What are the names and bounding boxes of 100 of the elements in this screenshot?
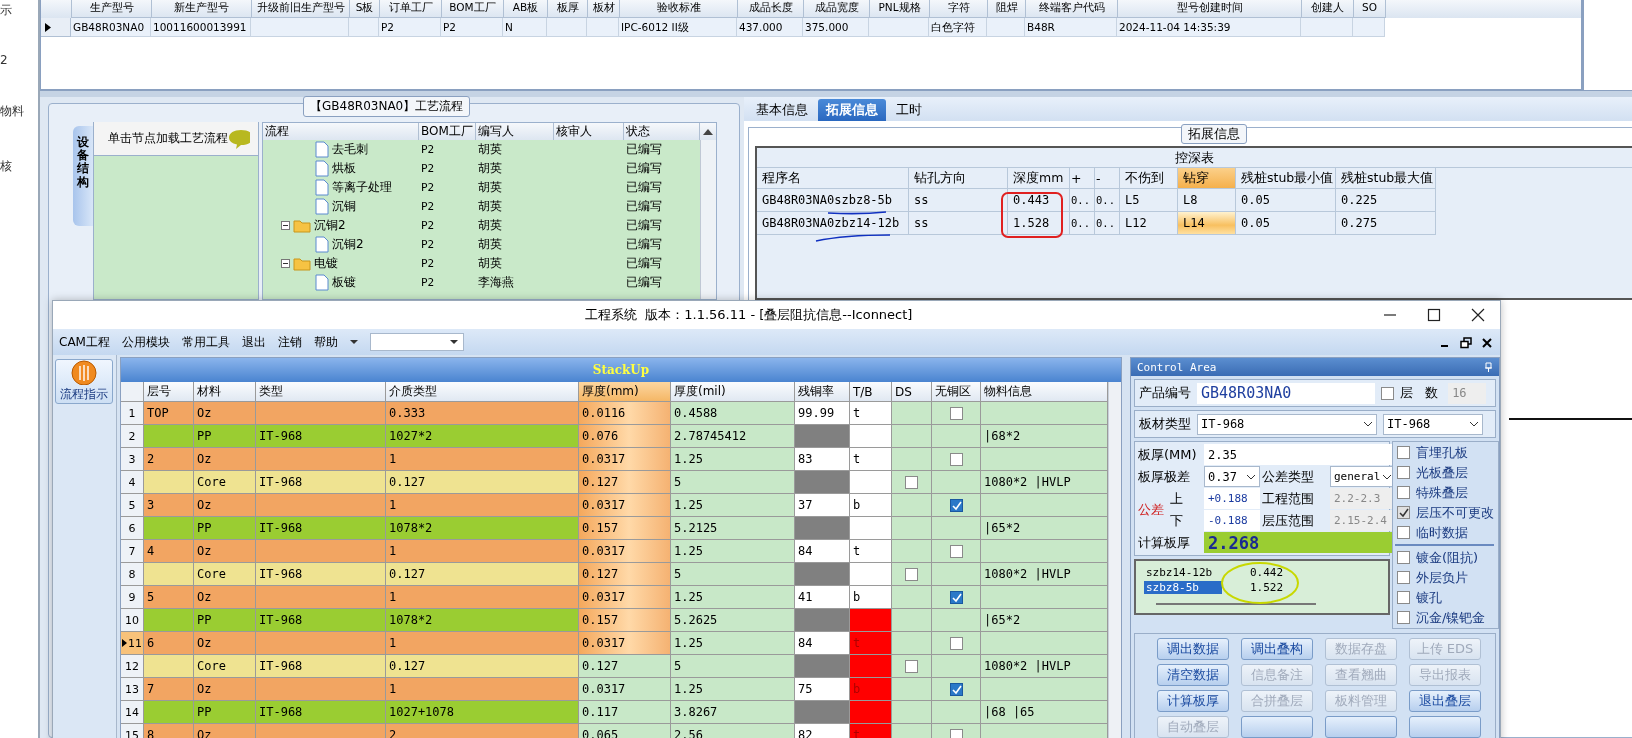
row-header[interactable]: 1	[121, 402, 144, 425]
column-header[interactable]: -	[1095, 168, 1120, 189]
column-header[interactable]: 介质类型	[386, 382, 579, 402]
menu-item[interactable]: 公用模块	[121, 333, 170, 351]
restore-icon[interactable]	[1460, 337, 1472, 349]
checkbox[interactable]	[949, 728, 963, 738]
collapse-icon[interactable]	[281, 221, 290, 230]
action-button[interactable]: 计算板厚	[1157, 690, 1229, 712]
menu-item[interactable]: 帮助	[313, 333, 338, 351]
checkbox[interactable]	[949, 682, 963, 696]
tab[interactable]: 拓展信息	[818, 99, 886, 121]
vertical-tab[interactable]: 设备结构	[73, 126, 93, 226]
row-header[interactable]	[41, 18, 71, 37]
action-button[interactable]: 清空数据	[1157, 664, 1229, 686]
column-header[interactable]: 物料信息	[981, 382, 1108, 402]
dropdown[interactable]	[369, 333, 464, 351]
checkbox[interactable]	[1381, 386, 1394, 400]
checkbox[interactable]	[1397, 571, 1410, 584]
row-header[interactable]: 3	[121, 448, 144, 471]
tree-item[interactable]: 沉铜2	[314, 216, 346, 235]
column-header[interactable]: 材料	[194, 382, 256, 402]
checkbox[interactable]	[1397, 466, 1410, 479]
row-header[interactable]: 12	[121, 655, 144, 678]
tree-item[interactable]: 烘板	[332, 159, 356, 178]
checkbox[interactable]	[949, 544, 963, 558]
scrollbar[interactable]	[1108, 382, 1121, 738]
list-item[interactable]: szbz14-12b	[1144, 566, 1222, 579]
checkbox[interactable]	[949, 498, 963, 512]
column-header[interactable]: 厚度(mm)	[579, 382, 671, 402]
input-field[interactable]: -0.188	[1204, 510, 1260, 531]
checkbox[interactable]	[949, 636, 963, 650]
column-header[interactable]: 层号	[144, 382, 194, 402]
action-button[interactable]: 调出数据	[1157, 638, 1229, 660]
checkbox[interactable]	[1397, 611, 1410, 624]
collapse-icon[interactable]	[281, 259, 290, 268]
column-header[interactable]: +	[1070, 168, 1095, 189]
checkbox[interactable]	[1397, 506, 1410, 519]
action-button[interactable]	[1409, 716, 1481, 738]
row-header[interactable]: 10	[121, 609, 144, 632]
checkbox[interactable]	[949, 406, 963, 420]
checkbox[interactable]	[1397, 526, 1410, 539]
checkbox[interactable]	[905, 659, 918, 673]
column-header[interactable]: BOM工厂	[419, 123, 476, 140]
action-button[interactable]	[1241, 716, 1313, 738]
tree-item[interactable]: 沉铜2	[332, 235, 364, 254]
column-header[interactable]: 流程	[263, 123, 419, 140]
menu-item[interactable]: CAM工程	[59, 333, 110, 351]
caret-icon[interactable]	[349, 339, 358, 345]
sidebar-item[interactable]: 核	[0, 158, 12, 175]
scroll-up-icon[interactable]	[703, 128, 713, 135]
column-header[interactable]: 深度mm	[1008, 168, 1070, 189]
row-header[interactable]: 9	[121, 586, 144, 609]
column-header[interactable]: 残桩stub最小值	[1236, 168, 1336, 189]
grid-corner[interactable]	[121, 382, 144, 402]
column-header[interactable]: 核审人	[554, 123, 624, 140]
row-header[interactable]: 13	[121, 678, 144, 701]
tab[interactable]: 基本信息	[748, 99, 816, 121]
row-header[interactable]: 7	[121, 540, 144, 563]
column-header[interactable]: 类型	[256, 382, 386, 402]
row-header[interactable]: 6	[121, 517, 144, 540]
close-icon[interactable]	[1482, 338, 1492, 348]
column-header[interactable]: 程序名	[757, 168, 909, 189]
tree-item[interactable]: 沉铜	[332, 197, 356, 216]
column-header[interactable]: 无铜区	[932, 382, 981, 402]
checkbox[interactable]	[1397, 551, 1410, 564]
row-header[interactable]: 15	[121, 724, 144, 738]
row-header[interactable]: 14	[121, 701, 144, 724]
checkbox[interactable]	[905, 567, 918, 581]
flow-guide-button[interactable]: 流程指示	[55, 359, 113, 404]
checkbox[interactable]	[1397, 446, 1410, 459]
column-header[interactable]: T/B	[850, 382, 892, 402]
tree-item[interactable]: 板镀	[332, 273, 356, 292]
sidebar-item[interactable]: 2	[0, 53, 8, 67]
dropdown[interactable]: IT-968	[1383, 413, 1483, 435]
action-button[interactable]	[1325, 716, 1397, 738]
input-field[interactable]: GB48R03NA0	[1197, 382, 1375, 404]
column-header[interactable]: DS	[892, 382, 932, 402]
menu-item[interactable]: 退出	[241, 333, 266, 351]
row-header[interactable]: 4	[121, 471, 144, 494]
sidebar-item[interactable]: 物料	[0, 103, 24, 120]
row-header[interactable]: 5	[121, 494, 144, 517]
checkbox[interactable]	[905, 475, 918, 489]
tree-item[interactable]: 等离子处理	[332, 178, 392, 197]
dropdown[interactable]: 0.37	[1204, 466, 1260, 487]
menu-item[interactable]: 注销	[277, 333, 302, 351]
checkbox[interactable]	[1397, 591, 1410, 604]
column-header[interactable]: 钻穿	[1178, 168, 1236, 189]
column-header[interactable]: 厚度(mil)	[671, 382, 795, 402]
row-header[interactable]: 11	[121, 632, 144, 655]
scrollbar[interactable]	[700, 140, 716, 299]
input-field[interactable]: +0.188	[1204, 488, 1260, 509]
close-icon[interactable]	[1470, 307, 1486, 323]
list-item[interactable]: szbz8-5b	[1144, 581, 1222, 594]
checkbox[interactable]	[949, 452, 963, 466]
action-button[interactable]: 退出叠层	[1409, 690, 1481, 712]
sidebar-item[interactable]: 示	[0, 2, 12, 19]
row-header[interactable]: 2	[121, 425, 144, 448]
pin-icon[interactable]	[1484, 361, 1493, 373]
menu-item[interactable]: 常用工具	[181, 333, 230, 351]
column-header[interactable]: 状态	[624, 123, 700, 140]
